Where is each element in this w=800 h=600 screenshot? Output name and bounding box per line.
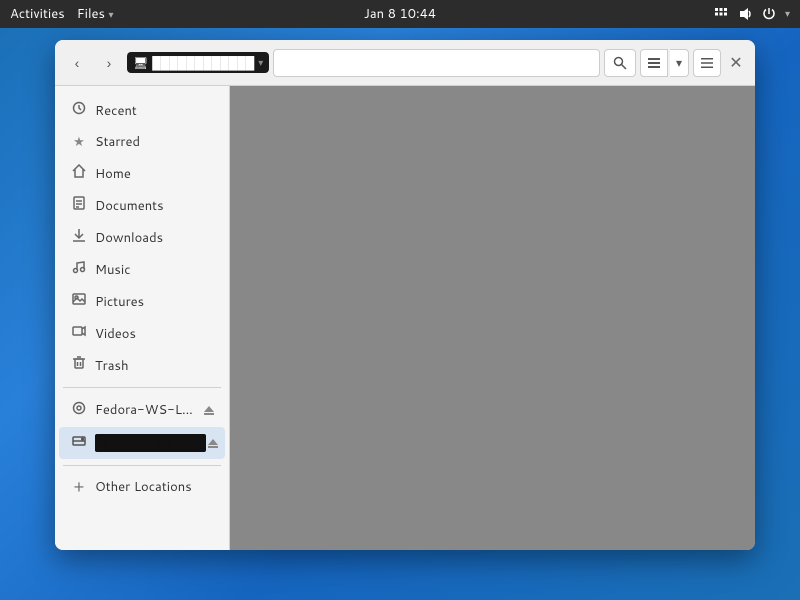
home-icon	[71, 164, 87, 183]
view-list-button[interactable]	[640, 49, 668, 77]
home-label: Home	[95, 165, 131, 183]
fedora-eject-button[interactable]	[197, 398, 221, 422]
power-icon[interactable]	[761, 6, 777, 22]
file-manager-window: ‹ › 🖥 ████████████ ▾	[55, 40, 755, 550]
forward-button[interactable]: ›	[95, 49, 123, 77]
videos-icon	[71, 324, 87, 343]
drive2-icon	[71, 434, 87, 453]
location-dropdown-arrow[interactable]: ▾	[258, 56, 263, 70]
path-input[interactable]	[273, 49, 600, 77]
desktop: Activities Files ▾ Jan 8 10:44	[0, 0, 800, 600]
search-button[interactable]	[604, 49, 636, 77]
sidebar-item-other-locations[interactable]: + Other Locations	[59, 472, 225, 502]
trash-icon	[71, 356, 87, 375]
recent-icon	[71, 101, 87, 120]
topbar-datetime: Jan 8 10:44	[364, 5, 436, 23]
sidebar-item-starred[interactable]: ★ Starred	[59, 127, 225, 157]
sidebar-item-downloads[interactable]: Downloads	[59, 222, 225, 253]
view-sort-dropdown[interactable]: ▾	[670, 49, 689, 77]
videos-label: Videos	[95, 325, 136, 343]
close-button[interactable]: ✕	[725, 52, 747, 74]
location-bar[interactable]: 🖥 ████████████ ▾	[127, 52, 269, 73]
sidebar-item-recent[interactable]: Recent	[59, 95, 225, 126]
drive2-label-group: ████████████	[71, 434, 206, 453]
sidebar-item-home[interactable]: Home	[59, 158, 225, 189]
location-name: ████████████	[152, 54, 254, 71]
starred-label: Starred	[95, 133, 140, 151]
topbar-right: ▾	[713, 6, 790, 22]
sidebar: Recent ★ Starred Home	[55, 86, 230, 550]
fedora-drive-icon	[71, 401, 87, 420]
other-locations-label: Other Locations	[95, 478, 192, 496]
power-arrow[interactable]: ▾	[785, 7, 790, 21]
volume-icon[interactable]	[737, 6, 753, 22]
sidebar-divider-2	[63, 465, 221, 466]
sidebar-drive-fedora[interactable]: Fedora-WS-L...	[59, 394, 225, 426]
topbar-left: Activities Files ▾	[10, 5, 114, 23]
menu-icon	[700, 56, 714, 70]
music-label: Music	[95, 261, 131, 279]
topbar: Activities Files ▾ Jan 8 10:44	[0, 0, 800, 28]
sidebar-item-pictures[interactable]: Pictures	[59, 286, 225, 317]
sidebar-item-documents[interactable]: Documents	[59, 190, 225, 221]
fedora-drive-name: Fedora-WS-L...	[95, 401, 193, 419]
sidebar-item-trash[interactable]: Trash	[59, 350, 225, 381]
search-icon	[613, 56, 627, 70]
files-label[interactable]: Files ▾	[77, 5, 114, 23]
other-locations-icon: +	[71, 479, 87, 495]
starred-icon: ★	[71, 133, 87, 151]
headerbar: ‹ › 🖥 ████████████ ▾	[55, 40, 755, 86]
documents-icon	[71, 196, 87, 215]
music-icon	[71, 260, 87, 279]
documents-label: Documents	[95, 197, 164, 215]
file-area[interactable]	[230, 86, 755, 550]
drive2-eject-button[interactable]	[206, 431, 221, 455]
sidebar-drive-active[interactable]: ████████████	[59, 427, 225, 459]
location-device-icon: 🖥	[133, 54, 148, 71]
network-icon	[713, 6, 729, 22]
drive2-name: ████████████	[95, 434, 206, 452]
back-button[interactable]: ‹	[63, 49, 91, 77]
list-view-icon	[647, 56, 661, 70]
view-options: ▾	[640, 49, 689, 77]
fedora-drive-label-group: Fedora-WS-L...	[71, 401, 197, 420]
recent-label: Recent	[95, 102, 137, 120]
sidebar-item-videos[interactable]: Videos	[59, 318, 225, 349]
content-area: Recent ★ Starred Home	[55, 86, 755, 550]
sidebar-divider	[63, 387, 221, 388]
pictures-icon	[71, 292, 87, 311]
downloads-icon	[71, 228, 87, 247]
sidebar-item-music[interactable]: Music	[59, 254, 225, 285]
activities-label[interactable]: Activities	[10, 5, 65, 23]
trash-label: Trash	[95, 357, 129, 375]
downloads-label: Downloads	[95, 229, 163, 247]
pictures-label: Pictures	[95, 293, 144, 311]
hamburger-menu-button[interactable]	[693, 49, 721, 77]
